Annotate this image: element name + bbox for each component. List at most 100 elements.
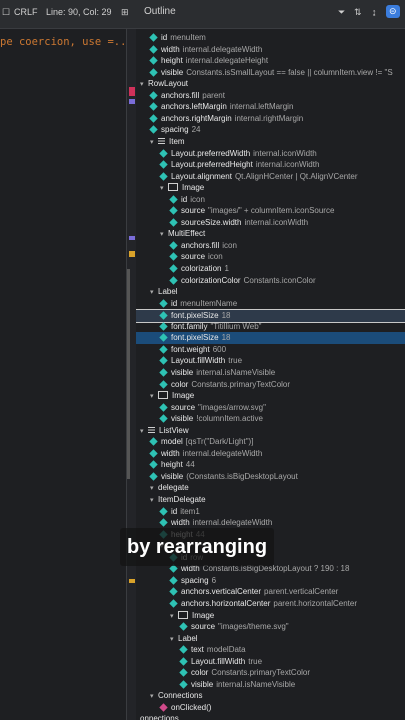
outline-row[interactable]: width internal.delegateWidth (136, 448, 405, 460)
outline-row[interactable]: color Constants.primaryTextColor (136, 667, 405, 679)
outline-row[interactable]: model [qsTr("Dark/Light")] (136, 436, 405, 448)
outline-row[interactable]: text modelData (136, 644, 405, 656)
outline-row[interactable]: visible Constants.isSmallLayout == false … (136, 67, 405, 79)
outline-item-value: Constants.primaryTextColor (191, 379, 291, 389)
outline-row[interactable]: ▾ Image (136, 182, 405, 194)
outline-item-name: Image (182, 183, 205, 193)
outline-row[interactable]: visible !columnItem.active (136, 413, 405, 425)
outline-row[interactable]: Layout.fillWidth true (136, 355, 405, 367)
image-icon (158, 391, 168, 400)
outline-row[interactable]: ▾ ListView (136, 425, 405, 437)
outline-row[interactable]: onClicked() (136, 702, 405, 714)
outline-item-value: menuItem (170, 33, 206, 42)
outline-row[interactable]: ▾ Item (136, 136, 405, 148)
code-editor[interactable]: pe coercion, use =... (0, 29, 133, 720)
property-icon (159, 402, 168, 412)
outline-row[interactable]: anchors.horizontalCenter parent.horizonta… (136, 598, 405, 610)
code-line: pe coercion, use =... (0, 36, 133, 48)
outline-row[interactable]: ▾ MultiEffect (136, 228, 405, 240)
link-icon[interactable]: ⊝ (386, 5, 400, 18)
outline-item-name: width (171, 518, 190, 528)
outline-row[interactable]: source icon (136, 251, 405, 263)
outline-row[interactable]: sourceSize.width internal.iconWidth (136, 217, 405, 229)
sidebar-toggle-icon[interactable]: ☐ (2, 7, 10, 18)
outline-item-value: parent.horizontalCenter (273, 598, 357, 608)
error-marker (129, 87, 135, 96)
outline-row[interactable]: id menuItemName (136, 298, 405, 310)
outline-row[interactable]: ▾ Label (136, 286, 405, 298)
outline-item-name: visible (191, 679, 214, 689)
outline-row[interactable]: ▾ Connections (136, 690, 405, 702)
outline-row[interactable]: id icon (136, 194, 405, 206)
outline-row[interactable]: visible (Constants.isBigDesktopLayout (136, 471, 405, 483)
outline-row[interactable]: anchors.fill icon (136, 240, 405, 252)
outline-row[interactable]: id menuItem (136, 32, 405, 44)
outline-row[interactable]: visible internal.isNameVisible (136, 367, 405, 379)
outline-row[interactable]: ▾ Image (136, 610, 405, 622)
outline-item-value: icon (190, 194, 205, 204)
line-ending[interactable]: CRLF (14, 7, 38, 17)
outline-row[interactable]: ▾ Image (136, 390, 405, 402)
outline-row[interactable]: ▾ Label (136, 633, 405, 645)
outline-row[interactable]: font.family "Titillium Web" (136, 321, 405, 333)
outline-item-value: 44 (185, 460, 195, 470)
outline-row[interactable]: height internal.delegateHeight (136, 55, 405, 67)
outline-item-name: spacing (161, 125, 189, 135)
outline-item-value: "images/theme.svg" (218, 622, 289, 632)
filter-icon[interactable]: ⏷ (338, 7, 345, 18)
split-icon[interactable]: ⊞ (121, 7, 129, 18)
outline-item-name: anchors.leftMargin (161, 102, 227, 112)
outline-item-value: internal.isNameVisible (216, 679, 296, 689)
outline-item-name: height (161, 460, 183, 470)
outline-item-name: Layout.preferredWidth (171, 148, 251, 158)
property-icon (179, 656, 188, 666)
outline-row[interactable]: width internal.delegateWidth (136, 517, 405, 529)
outline-row[interactable]: height44 (136, 459, 405, 471)
outline-row[interactable]: anchors.fill parent (136, 90, 405, 102)
outline-row[interactable]: onnections (136, 713, 405, 720)
outline-row[interactable]: anchors.leftMargin internal.leftMargin (136, 101, 405, 113)
outline-item-name: text (191, 645, 204, 655)
outline-item-name: visible (161, 67, 184, 77)
property-icon (159, 322, 168, 331)
property-icon (149, 44, 158, 54)
sort-icon[interactable]: ⇅ (354, 7, 362, 18)
outline-row[interactable]: anchors.rightMargin internal.rightMargin (136, 113, 405, 125)
outline-row[interactable]: font.pixelSize 18 (136, 332, 405, 344)
outline-item-name: id (171, 506, 178, 516)
outline-row[interactable]: spacing 24 (136, 124, 405, 136)
outline-row[interactable]: Layout.preferredWidth internal.iconWidth (136, 148, 405, 160)
property-icon (149, 472, 158, 481)
outline-row[interactable]: Layout.alignment Qt.AlignHCenter | Qt.Ali… (136, 171, 405, 183)
outline-row[interactable]: visible internal.isNameVisible (136, 679, 405, 691)
outline-row[interactable]: ▾ delegate (136, 482, 405, 494)
outline-row[interactable]: font.weight 600 (136, 344, 405, 356)
outline-item-value: internal.delegateHeight (185, 56, 269, 66)
outline-row[interactable]: colorizationColor Constants.iconColor (136, 275, 405, 287)
scroll-thumb[interactable] (127, 269, 130, 479)
outline-row[interactable]: id item1 (136, 506, 405, 518)
outline-row[interactable]: ▾ ItemDelegate (136, 494, 405, 506)
outline-row[interactable]: source "images/" + columnItem.iconSource (136, 205, 405, 217)
outline-row[interactable]: spacing 6 (136, 575, 405, 587)
outline-item-value: true (228, 356, 243, 366)
outline-row[interactable]: colorization 1 (136, 263, 405, 275)
outline-row[interactable]: ▾ RowLayout (136, 78, 405, 90)
outline-row[interactable]: color Constants.primaryTextColor (136, 379, 405, 391)
outline-row[interactable]: Layout.fillWidth true (136, 656, 405, 668)
outline-row[interactable]: Layout.preferredHeight internal.iconWidth (136, 159, 405, 171)
property-icon (169, 241, 178, 250)
outline-row[interactable]: source "images/arrow.svg" (136, 402, 405, 414)
outline-item-name: anchors.horizontalCenter (181, 598, 271, 608)
sync-icon[interactable]: ↨ (372, 7, 377, 17)
outline-item-value: 18 (221, 311, 231, 321)
outline-item-value: internal.isNameVisible (196, 367, 276, 377)
outline-row[interactable]: source "images/theme.svg" (136, 621, 405, 633)
outline-tree[interactable]: id menuItem width internal.delegateWidth hei… (136, 29, 405, 720)
outline-item-name: spacing (181, 575, 209, 585)
outline-row[interactable]: width internal.delegateWidth (136, 44, 405, 56)
outline-row[interactable]: anchors.verticalCenter parent.verticalCen… (136, 586, 405, 598)
outline-item-name: width (161, 448, 180, 458)
property-icon (159, 506, 168, 516)
cursor-position[interactable]: Line: 90, Col: 29 (46, 7, 112, 17)
